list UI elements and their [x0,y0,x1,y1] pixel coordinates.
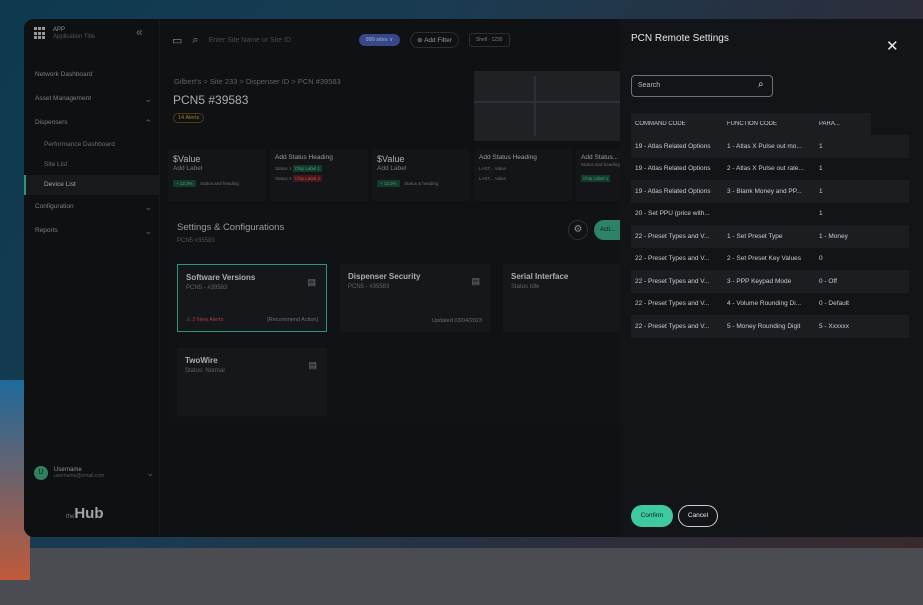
table-cell: 1 [819,165,823,173]
column-header-function-code[interactable]: FUNCTION CODE [723,121,815,127]
table-cell: 22 - Preset Types and V... [635,322,710,330]
modal-backdrop[interactable] [24,19,620,537]
close-icon[interactable]: ✕ [886,37,899,55]
table-cell: 4 - Volume Rounding Di... [727,300,802,308]
table-row[interactable]: 19 - Atlas Related Options 2 - Atlas X Pu… [631,158,909,181]
table-cell: 3 - Blank Money and PP... [727,187,802,195]
table-row[interactable]: 22 - Preset Types and V... 5 - Money Roun… [631,315,909,338]
table-row[interactable]: 22 - Preset Types and V... 2 - Set Preset… [631,248,909,271]
table-cell: 0 [819,255,823,263]
table-row[interactable]: 19 - Atlas Related Options 1 - Atlas X Pu… [631,135,909,158]
table-cell: 1 [819,187,823,195]
table-cell: 19 - Atlas Related Options [635,187,711,195]
cancel-button[interactable]: Cancel [678,505,718,527]
table-cell: 1 - Atlas X Pulse out mo... [727,142,802,150]
column-header-parameter[interactable]: PARA... [815,121,871,127]
background-bottom [0,548,923,605]
table-cell: 20 - Set PPU (price with... [635,210,710,218]
table-row[interactable]: 22 - Preset Types and V... 3 - PPP Keypad… [631,270,909,293]
confirm-button[interactable]: Confirm [631,505,673,527]
table-cell: 0 - Off [819,277,837,285]
table-cell: 1 - Money [819,232,848,240]
table-row[interactable]: 22 - Preset Types and V... 1 - Set Preset… [631,225,909,248]
panel-search-input[interactable]: Search [631,75,773,97]
table-cell: 3 - PPP Keypad Mode [727,277,792,285]
column-header-command-code[interactable]: COMMAND CODE [631,121,723,127]
pcn-remote-settings-panel: PCN Remote Settings ✕ Search ⌕ COMMAND C… [620,19,923,537]
table-cell: 19 - Atlas Related Options [635,142,711,150]
table-row[interactable]: 19 - Atlas Related Options 3 - Blank Mone… [631,180,909,203]
table-row[interactable]: 20 - Set PPU (price with... 1 [631,203,909,226]
search-icon: ⌕ [758,79,764,90]
table-cell: 2 - Atlas X Pulse out rate... [727,165,804,173]
table-cell: 19 - Atlas Related Options [635,165,711,173]
panel-title: PCN Remote Settings [631,33,729,44]
table-cell: 5 - Xxxxxx [819,322,849,330]
table-cell: 0 - Default [819,300,849,308]
table-cell: 1 [819,142,823,150]
table-cell: 5 - Money Rounding Digit [727,322,801,330]
table-cell: 1 [819,210,823,218]
table-cell: 22 - Preset Types and V... [635,232,710,240]
settings-table: COMMAND CODE FUNCTION CODE PARA... 19 - … [631,113,909,338]
table-cell: 2 - Set Preset Key Values [727,255,801,263]
table-cell: 22 - Preset Types and V... [635,277,710,285]
table-row[interactable]: 22 - Preset Types and V... 4 - Volume Rou… [631,293,909,316]
table-header: COMMAND CODE FUNCTION CODE PARA... [631,113,871,135]
table-cell: 22 - Preset Types and V... [635,255,710,263]
table-cell: 1 - Set Preset Type [727,232,783,240]
table-cell: 22 - Preset Types and V... [635,300,710,308]
